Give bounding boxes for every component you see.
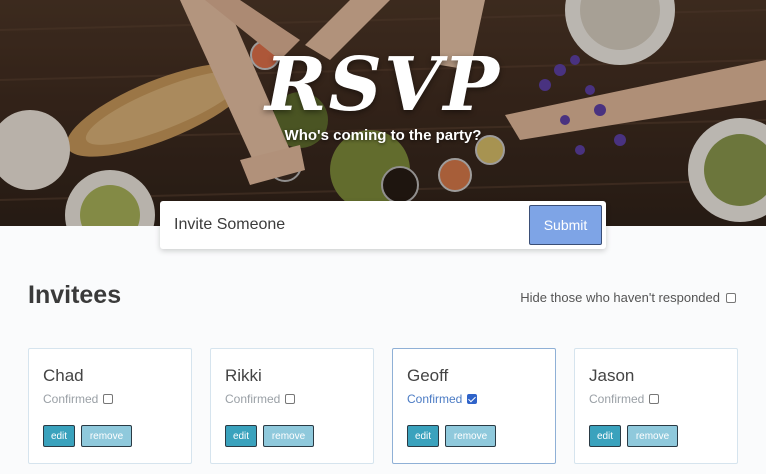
edit-button[interactable]: edit (589, 425, 621, 447)
edit-button[interactable]: edit (407, 425, 439, 447)
remove-button[interactable]: remove (263, 425, 314, 447)
hero-title: RSVP (265, 42, 501, 128)
invitee-name: Chad (43, 366, 84, 385)
invitee-card-geoff: Geoff Confirmed edit remove (392, 348, 556, 464)
confirmed-checkbox[interactable] (285, 394, 296, 404)
confirmed-checkbox[interactable] (103, 394, 114, 404)
confirmed-toggle[interactable]: Confirmed (225, 392, 296, 406)
filter-label: Hide those who haven't responded (520, 290, 720, 305)
hide-unresponded-checkbox[interactable] (726, 292, 736, 303)
remove-button[interactable]: remove (627, 425, 678, 447)
confirmed-label: Confirmed (407, 392, 463, 406)
edit-button[interactable]: edit (225, 425, 257, 447)
confirmed-toggle[interactable]: Confirmed (43, 392, 114, 406)
confirmed-toggle[interactable]: Confirmed (407, 392, 478, 406)
confirmed-label: Confirmed (225, 392, 281, 406)
hero-subtitle: Who's coming to the party? (284, 127, 482, 144)
hero-banner: RSVP Who's coming to the party? (0, 0, 766, 226)
invitee-name: Jason (589, 366, 635, 385)
hide-unresponded-filter[interactable]: Hide those who haven't responded (520, 290, 736, 305)
invitees-heading: Invitees (28, 281, 122, 309)
confirmed-label: Confirmed (589, 392, 645, 406)
invitee-card-chad: Chad Confirmed edit remove (28, 348, 192, 464)
remove-button[interactable]: remove (81, 425, 132, 447)
confirmed-label: Confirmed (43, 392, 99, 406)
invite-input[interactable] (160, 201, 526, 249)
confirmed-toggle[interactable]: Confirmed (589, 392, 660, 406)
edit-button[interactable]: edit (43, 425, 75, 447)
submit-button[interactable]: Submit (529, 205, 602, 245)
invitee-card-jason: Jason Confirmed edit remove (574, 348, 738, 464)
confirmed-checkbox[interactable] (467, 394, 478, 404)
invitee-name: Rikki (225, 366, 262, 385)
remove-button[interactable]: remove (445, 425, 496, 447)
confirmed-checkbox[interactable] (649, 394, 660, 404)
invitee-card-rikki: Rikki Confirmed edit remove (210, 348, 374, 464)
invitee-name: Geoff (407, 366, 449, 385)
